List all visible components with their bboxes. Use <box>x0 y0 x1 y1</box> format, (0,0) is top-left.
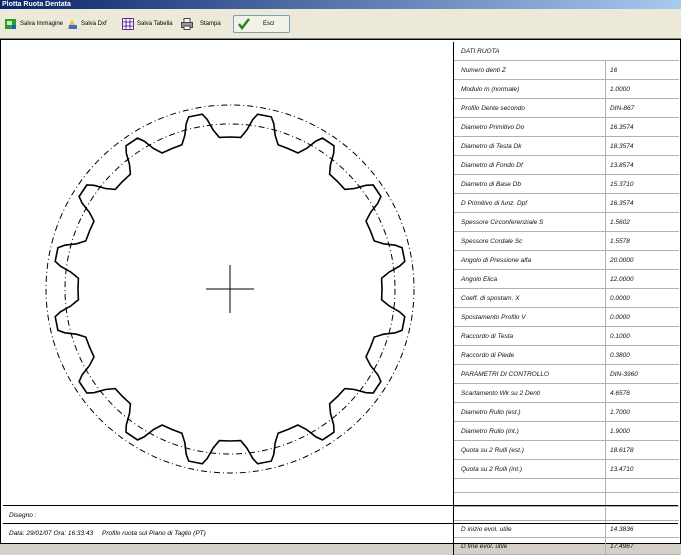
row-label: Profilo Dente secondo <box>461 105 525 112</box>
row-value: 15.3710 <box>610 181 634 188</box>
window-title: Plotta Ruota Dentata <box>0 0 681 9</box>
table-row: Diametro di Testa Dk 18.3574 <box>454 137 679 156</box>
row-label: Spostamento Profilo V <box>461 314 526 321</box>
drawing-footer: Disegno : <box>3 505 678 524</box>
table-row: Angolo di Pressione alfa 20.0000 <box>454 251 679 270</box>
gear-data-table: DATI RUOTA Numero denti Z 16 Modulo m (no… <box>453 42 679 555</box>
row-label: D Primitivo di funz. Dpf <box>461 200 528 207</box>
table-row: Diametro Primitivo Do 16.3574 <box>454 118 679 137</box>
row-label: Quota su 2 Rulli (int.) <box>461 466 523 473</box>
row-value: DIN-3960 <box>610 371 638 378</box>
save-dxf-button[interactable]: Salva Dxf <box>66 15 107 33</box>
row-label: Modulo m (normale) <box>461 86 520 93</box>
info-footer: Data: 29/01/07 Ora: 16:33:43 Profilo ruo… <box>3 523 678 542</box>
table-row: Diametro di Fondo Df 13.8574 <box>454 156 679 175</box>
row-value: 0.1000 <box>610 333 630 340</box>
row-label: Raccordo di Testa <box>461 333 514 340</box>
table-row: Quota su 2 Rulli (est.) 18.6178 <box>454 441 679 460</box>
table-icon <box>122 18 134 30</box>
row-label: Diametro di Testa Dk <box>461 143 522 150</box>
save-table-label: Salva Tabella <box>137 21 173 27</box>
row-label: Diametro di Base Db <box>461 181 521 188</box>
row-value: 0.3800 <box>610 352 630 359</box>
table-row: D Primitivo di funz. Dpf 16.3574 <box>454 194 679 213</box>
table-row: DATI RUOTA <box>454 42 679 61</box>
row-value: 1.5578 <box>610 238 630 245</box>
row-label: Diametro Primitivo Do <box>461 124 525 131</box>
main-panel: DATI RUOTA Numero denti Z 16 Modulo m (no… <box>0 39 681 555</box>
checkmark-icon <box>238 18 250 31</box>
drawing-label: Disegno : <box>9 512 37 519</box>
row-value: 13.8574 <box>610 162 634 169</box>
table-row: Raccordo di Testa 0.1000 <box>454 327 679 346</box>
row-value: 20.0000 <box>610 257 634 264</box>
table-row: Coeff. di spostam. X 0.0000 <box>454 289 679 308</box>
table-row: Spessore Cordale Sc 1.5578 <box>454 232 679 251</box>
table-row: Profilo Dente secondo DIN-867 <box>454 99 679 118</box>
table-row: Diametro Rullo (est.) 1.7000 <box>454 403 679 422</box>
row-label: Coeff. di spostam. X <box>461 295 520 302</box>
save-image-button[interactable]: Salva Immagine <box>5 15 63 33</box>
row-value: 0.0000 <box>610 314 630 321</box>
row-value: 1.0000 <box>610 86 630 93</box>
table-row: Spessore Circonferenziale S 1.5602 <box>454 213 679 232</box>
table-row: Angolo Elica 12.0000 <box>454 270 679 289</box>
gear-svg <box>45 104 415 474</box>
table-row: Diametro di Base Db 15.3710 <box>454 175 679 194</box>
row-value: DIN-867 <box>610 105 635 112</box>
save-dxf-icon <box>66 18 78 30</box>
table-row: Numero denti Z 16 <box>454 61 679 80</box>
row-value: 13.4710 <box>610 466 634 473</box>
row-value: 0.0000 <box>610 295 630 302</box>
row-label: Diametro Rullo (int.) <box>461 428 519 435</box>
toolbar: Salva Immagine Salva Dxf Salva Tabella S… <box>0 9 681 39</box>
row-label: Quota su 2 Rulli (est.) <box>461 447 524 454</box>
table-row: Diametro Rullo (int.) 1.9000 <box>454 422 679 441</box>
exit-button[interactable]: Esci <box>233 15 290 33</box>
table-row: PARAMETRI DI CONTROLLO DIN-3960 <box>454 365 679 384</box>
row-label: Diametro Rullo (est.) <box>461 409 521 416</box>
table-row: Raccordo di Piede 0.3800 <box>454 346 679 365</box>
table-row: Quota su 2 Rulli (int.) 13.4710 <box>454 460 679 479</box>
row-value: 16 <box>610 67 618 74</box>
gear-drawing <box>3 42 453 502</box>
row-label: Diametro di Fondo Df <box>461 162 523 169</box>
row-value: 16.3574 <box>610 124 634 131</box>
row-value: 18.6178 <box>610 447 634 454</box>
row-label: Spessore Circonferenziale S <box>461 219 544 226</box>
row-value: 12.0000 <box>610 276 634 283</box>
row-value: 16.3574 <box>610 200 634 207</box>
datetime-text: Data: 29/01/07 Ora: 16:33:43 <box>9 530 94 537</box>
print-label: Stampa <box>200 21 221 27</box>
profile-text: Profilo ruota sul Piano di Taglio (PT) <box>102 530 206 537</box>
exit-label: Esci <box>263 21 275 27</box>
row-value: 1.7000 <box>610 409 630 416</box>
row-label: Numero denti Z <box>461 67 506 74</box>
row-label: Angolo di Pressione alfa <box>461 257 532 264</box>
table-row: Spostamento Profilo V 0.0000 <box>454 308 679 327</box>
row-label: DATI RUOTA <box>461 48 500 55</box>
row-label: Angolo Elica <box>461 276 498 283</box>
save-image-icon <box>5 18 17 30</box>
row-value: 18.3574 <box>610 143 634 150</box>
row-label: Scartamento Wk su 2 Denti <box>461 390 541 397</box>
printer-icon <box>181 18 193 30</box>
save-image-label: Salva Immagine <box>20 21 64 27</box>
row-value: 1.5602 <box>610 219 630 226</box>
print-button[interactable]: Stampa <box>181 15 221 33</box>
save-table-button[interactable]: Salva Tabella <box>122 15 173 33</box>
row-value: 4.6576 <box>610 390 630 397</box>
table-row <box>454 479 679 493</box>
row-label: Spessore Cordale Sc <box>461 238 523 245</box>
row-label: Raccordo di Piede <box>461 352 515 359</box>
table-row: Modulo m (normale) 1.0000 <box>454 80 679 99</box>
save-dxf-label: Salva Dxf <box>81 21 107 27</box>
table-row: Scartamento Wk su 2 Denti 4.6576 <box>454 384 679 403</box>
row-value: 1.9000 <box>610 428 630 435</box>
row-label: PARAMETRI DI CONTROLLO <box>461 371 550 378</box>
